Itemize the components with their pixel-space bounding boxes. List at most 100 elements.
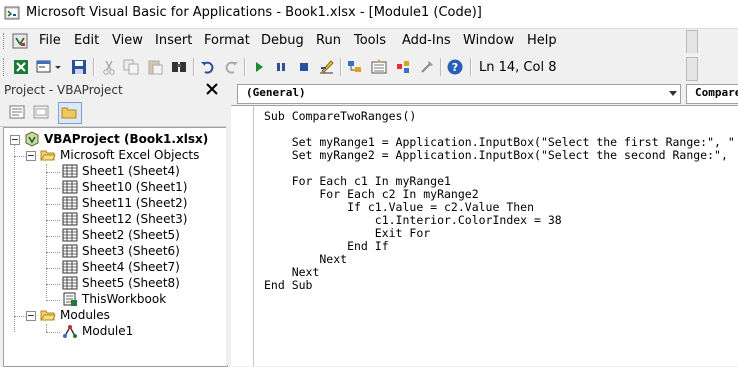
undo-icon[interactable] [199,58,217,76]
paste-icon[interactable] [146,58,164,76]
copy-icon[interactable] [122,58,140,76]
menu-file[interactable]: File [39,33,61,48]
tree-node-vbaproject[interactable]: VBAProject (Book1.xlsx) [8,131,218,147]
insert-dropdown-icon[interactable] [54,58,62,76]
tree-node-label: Sheet2 (Sheet5) [82,228,180,242]
tree-node-sheet[interactable]: Sheet12 (Sheet3) [62,211,212,227]
menu-addins[interactable]: Add-Ins [402,33,451,48]
tree-node-label: Sheet12 (Sheet3) [82,212,188,226]
tree-node-label: Microsoft Excel Objects [60,148,200,162]
code-editor[interactable]: Sub CompareTwoRanges() Set myRange1 = Ap… [231,105,738,366]
folder-open-icon [40,147,56,163]
menu-view[interactable]: View [112,33,143,48]
collapse-icon[interactable] [26,311,36,321]
tree-node-sheet[interactable]: Sheet4 (Sheet7) [62,259,212,275]
find-icon[interactable] [170,58,188,76]
view-code-icon[interactable] [8,103,26,121]
tree-node-sheet[interactable]: Sheet11 (Sheet2) [62,195,212,211]
help-icon[interactable]: ? [446,58,464,76]
folder-open-icon [40,307,56,323]
view-object-icon[interactable] [32,103,50,121]
cut-icon[interactable] [100,58,118,76]
menu-insert[interactable]: Insert [155,33,192,48]
insert-userform-icon[interactable] [36,58,54,76]
tree-node-sheet[interactable]: Sheet10 (Sheet1) [62,179,212,195]
procedure-combo-value: Compare [695,86,738,99]
worksheet-icon [62,275,78,291]
code-window: (General) Compare Sub CompareTwoRanges()… [231,81,738,366]
worksheet-icon [62,259,78,275]
vbaproject-icon [24,131,40,147]
vba-app-icon [4,5,20,21]
project-pane-title: Project - VBAProject [4,83,123,97]
tree-line [46,300,60,301]
tree-node-sheet[interactable]: Sheet1 (Sheet4) [62,163,212,179]
menu-debug[interactable]: Debug [261,33,304,48]
break-icon[interactable] [272,58,290,76]
tree-node-thisworkbook[interactable]: ThisWorkbook [62,291,212,307]
cursor-position: Ln 14, Col 8 [479,60,557,75]
margin-indicator-bar[interactable] [231,106,254,366]
menu-run[interactable]: Run [316,33,341,48]
worksheet-icon [62,211,78,227]
chevron-down-icon[interactable] [669,91,677,96]
toolbar-separator [93,58,95,76]
tree-node-sheet[interactable]: Sheet2 (Sheet5) [62,227,212,243]
object-browser-icon[interactable] [394,58,412,76]
tree-node-modules[interactable]: Modules [24,307,224,323]
menu-window[interactable]: Window [463,33,514,48]
code-window-icon[interactable] [12,33,28,49]
design-mode-icon[interactable] [318,58,336,76]
title-bar: Microsoft Visual Basic for Applications … [0,0,738,29]
toolbar-grip[interactable] [3,58,7,76]
tree-line [46,172,60,173]
code-line: Set myRange2 = Application.InputBox("Sel… [264,148,728,162]
code-line: Sub CompareTwoRanges() [264,109,417,123]
toolbox-icon[interactable] [418,58,436,76]
object-combo[interactable]: (General) [237,84,681,104]
code-line: End Sub [264,278,313,292]
menubar-overflow[interactable] [686,30,698,54]
collapse-icon[interactable] [26,151,36,161]
tree-line [14,142,15,332]
tree-line [46,332,60,333]
menu-edit[interactable]: Edit [74,33,99,48]
menubar-grip[interactable] [3,33,7,49]
tree-node-sheet[interactable]: Sheet3 (Sheet6) [62,243,212,259]
window-title: Microsoft Visual Basic for Applications … [26,5,482,20]
collapse-icon[interactable] [10,135,20,145]
project-tree[interactable]: VBAProject (Book1.xlsx) Microsoft Excel … [3,127,228,367]
tree-node-excel-objects[interactable]: Microsoft Excel Objects [24,147,224,163]
properties-window-icon[interactable] [370,58,388,76]
tree-node-module1[interactable]: Module1 [62,323,212,339]
reset-icon[interactable] [295,58,313,76]
tree-node-label: Modules [60,308,110,322]
worksheet-icon [62,243,78,259]
tree-line [46,220,60,221]
toolbar-separator [440,58,442,76]
tree-node-label: Sheet11 (Sheet2) [82,196,188,210]
toggle-folders-icon[interactable] [58,102,82,124]
redo-icon[interactable] [222,58,240,76]
project-explorer-icon[interactable] [346,58,364,76]
toolbar-overflow[interactable] [686,57,698,81]
menu-format[interactable]: Format [204,33,250,48]
procedure-combo[interactable]: Compare [686,84,738,104]
close-icon[interactable] [205,82,219,96]
module-icon [62,323,78,339]
menu-tools[interactable]: Tools [354,33,386,48]
view-excel-icon[interactable] [12,58,30,76]
toolbar-separator [193,58,195,76]
menu-help[interactable]: Help [527,33,557,48]
code-text[interactable]: Sub CompareTwoRanges() Set myRange1 = Ap… [264,110,735,292]
project-pane-toolbar [0,99,226,127]
tree-node-label: ThisWorkbook [82,292,167,306]
tree-line [46,236,60,237]
tree-line [46,164,47,298]
standard-toolbar: ? Ln 14, Col 8 [0,53,738,82]
project-pane-header: Project - VBAProject [0,81,226,99]
save-icon[interactable] [70,58,88,76]
run-icon[interactable] [250,58,268,76]
svg-text:?: ? [452,61,458,74]
tree-node-sheet[interactable]: Sheet5 (Sheet8) [62,275,212,291]
